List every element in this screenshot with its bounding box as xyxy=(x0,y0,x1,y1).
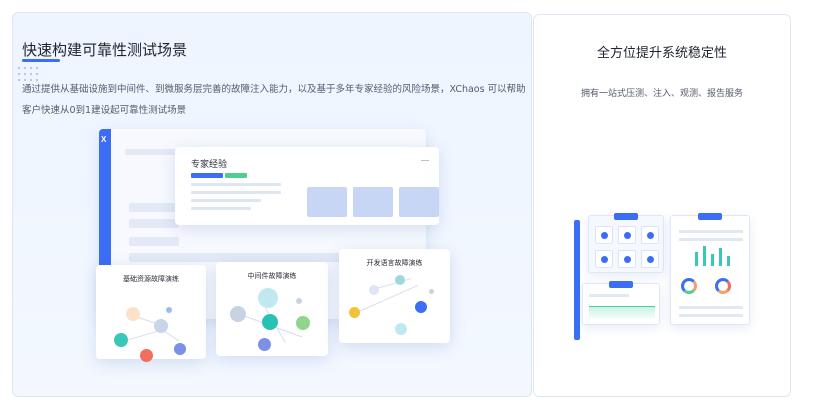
card-description: 通过提供从基础设施到中间件、到微服务层完善的故障注入能力，以及基于多年专家经验的… xyxy=(22,84,526,116)
middleware-chaos-panel: 中间件故障演练 xyxy=(216,262,328,356)
monitor-sidebar: X xyxy=(99,129,111,319)
graph-edge xyxy=(359,284,418,312)
title-underline xyxy=(22,59,60,62)
graph-node xyxy=(429,289,434,294)
bar-mark xyxy=(703,246,706,266)
tag-badge xyxy=(191,173,223,178)
go-icon xyxy=(415,301,427,313)
panel-title: 中间件故障演练 xyxy=(247,272,297,280)
monitor-row xyxy=(129,203,179,212)
service-grid-panel xyxy=(588,213,664,273)
text-line xyxy=(191,199,261,202)
graph-node xyxy=(296,298,302,304)
feature-card-testing-scenarios[interactable]: 快速构建可靠性测试场景 通过提供从基础设施到中间件、到微服务层完善的故障注入能力… xyxy=(12,12,532,397)
panel-header-badge xyxy=(614,213,638,220)
observe-icon xyxy=(641,226,659,244)
text-line xyxy=(589,294,629,297)
donut-chart xyxy=(715,278,731,294)
monitor-row xyxy=(129,219,179,228)
bar-mark xyxy=(719,248,722,266)
card-description: 拥有一站式压测、注入、观测、报告服务 xyxy=(580,89,743,99)
graph-node xyxy=(258,288,278,308)
panel-header-badge xyxy=(609,281,633,288)
scenario-illustration: X 专家经验 基础资源故障演练 中间件故障演练 开发语言故障演练 xyxy=(13,13,531,396)
bar-mark xyxy=(695,252,698,266)
graph-node xyxy=(140,349,153,362)
text-line xyxy=(191,183,281,186)
xchaos-logo-icon: X xyxy=(101,135,107,144)
graph-node xyxy=(369,285,379,295)
infrastructure-chaos-panel: 基础资源故障演练 xyxy=(96,265,206,362)
chart-block xyxy=(307,187,347,217)
panel-title: 开发语言故障演练 xyxy=(366,259,423,267)
graph-node xyxy=(296,316,310,330)
expert-panel: 专家经验 xyxy=(175,147,439,225)
graph-node xyxy=(154,319,168,333)
graph-node xyxy=(126,307,140,321)
text-line xyxy=(679,314,743,317)
inject-icon xyxy=(618,226,636,244)
card-title: 全方位提升系统稳定性 xyxy=(596,46,727,61)
graph-edge xyxy=(245,316,303,338)
stability-illustration xyxy=(534,15,792,398)
pressure-icon xyxy=(595,226,613,244)
python-icon xyxy=(349,307,360,318)
chart-icon xyxy=(618,250,636,268)
bar-mark xyxy=(727,256,730,266)
panel-title: 基础资源故障演练 xyxy=(123,275,179,283)
graph-node xyxy=(262,314,278,330)
panel-header-badge xyxy=(698,213,722,220)
chart-block xyxy=(399,187,439,217)
graph-edge xyxy=(122,329,161,342)
language-chaos-panel: 开发语言故障演练 xyxy=(339,249,450,343)
chart-block xyxy=(353,187,393,217)
expert-panel-title: 专家经验 xyxy=(191,160,228,170)
area-chart xyxy=(589,306,655,318)
minimize-icon xyxy=(421,160,429,161)
tag-badge xyxy=(225,173,247,178)
card-title: 快速构建可靠性测试场景 xyxy=(22,41,188,59)
bar-mark xyxy=(711,254,714,266)
graph-node xyxy=(395,275,405,285)
graph-edge xyxy=(161,329,179,342)
feature-card-stability[interactable]: 全方位提升系统稳定性 拥有一站式压测、注入、观测、报告服务 xyxy=(533,14,791,397)
page: 快速构建可靠性测试场景 通过提供从基础设施到中间件、到微服务层完善的故障注入能力… xyxy=(0,0,828,415)
graph-node xyxy=(258,338,271,351)
text-line xyxy=(191,191,281,194)
report-icon xyxy=(595,250,613,268)
graph-node xyxy=(174,343,186,355)
graph-edge xyxy=(265,308,286,344)
donut-chart xyxy=(681,278,697,294)
monitor-row xyxy=(129,253,419,262)
text-line xyxy=(679,230,743,233)
graph-node xyxy=(114,333,128,347)
dashboard-monitor: X xyxy=(99,129,426,319)
text-line xyxy=(679,306,743,309)
graph-edge xyxy=(373,277,412,290)
graph-node xyxy=(166,307,172,313)
text-line xyxy=(679,238,743,241)
sync-icon xyxy=(641,250,659,268)
trend-panel xyxy=(582,281,660,325)
monitor-row xyxy=(129,237,179,246)
text-line xyxy=(191,207,251,210)
graph-edge xyxy=(131,315,169,328)
java-icon xyxy=(395,323,407,335)
monitor-header-bar xyxy=(125,149,410,155)
graph-node xyxy=(230,306,246,322)
illustration-sidebar xyxy=(574,220,580,340)
metrics-panel xyxy=(670,213,750,325)
